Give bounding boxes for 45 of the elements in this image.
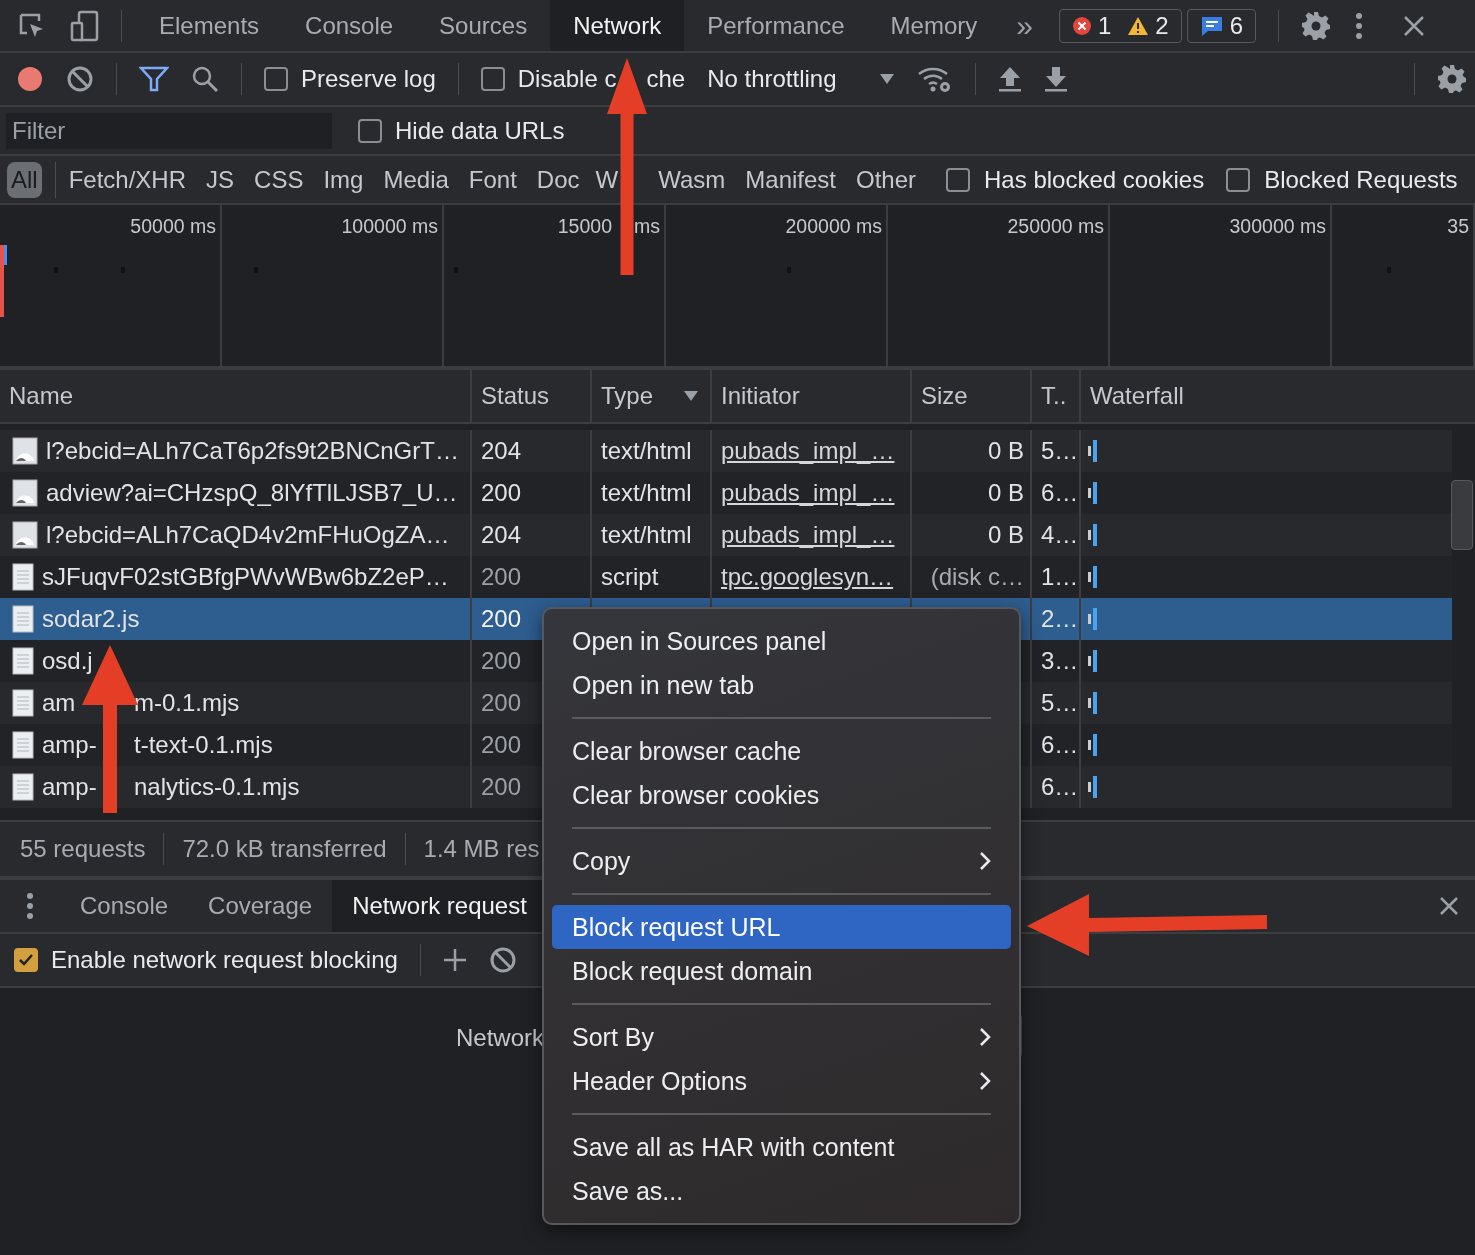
timeline-tick-label: 50000 ms bbox=[130, 215, 216, 237]
message-count: 6 bbox=[1229, 11, 1243, 40]
timeline-tick-label: ms bbox=[634, 215, 660, 237]
error-count: 1 bbox=[1097, 11, 1112, 40]
request-name: osd.j bbox=[42, 647, 93, 675]
request-time: 1… bbox=[1041, 563, 1079, 591]
response-size: 0 B bbox=[987, 437, 1024, 465]
summary-text: 72.0 kB transferred bbox=[182, 835, 387, 863]
request-type: script bbox=[601, 563, 659, 591]
request-time: 5… bbox=[1041, 437, 1079, 465]
request-name: amp- bbox=[42, 773, 97, 801]
timeline-tick-label: 300000 ms bbox=[1229, 215, 1326, 237]
request-name: m-0.1.mjs bbox=[134, 689, 240, 717]
request-type: text/html bbox=[601, 437, 692, 465]
request-name: sJFuqvF02stGBfgPWvWBw6bZ2eP… bbox=[42, 563, 449, 591]
request-time: 2… bbox=[1041, 605, 1079, 633]
summary-text: 1.4 MB res bbox=[423, 835, 540, 863]
request-time: 5… bbox=[1041, 689, 1079, 717]
timeline-tick-label: 15000 bbox=[557, 215, 612, 237]
request-name: l?ebcid=ALh7CaT6p2fs9t2BNCnGrT… bbox=[46, 437, 459, 465]
request-name: l?ebcid=ALh7CaQD4v2mFHuOgZA… bbox=[46, 521, 450, 549]
response-size: (disk c… bbox=[930, 563, 1024, 591]
request-time: 6… bbox=[1041, 479, 1079, 507]
response-size: 0 B bbox=[987, 521, 1024, 549]
request-type: text/html bbox=[601, 521, 692, 549]
checkbox-label-fragment: che bbox=[646, 65, 686, 93]
request-name: amp- bbox=[42, 731, 97, 759]
request-name: adview?ai=CHzspQ_8lYfTlLJSB7_U… bbox=[46, 479, 458, 507]
timeline-tick-label: 100000 ms bbox=[341, 215, 438, 237]
warning-count: 2 bbox=[1155, 11, 1169, 40]
timeline-tick-label: 200000 ms bbox=[785, 215, 882, 237]
summary-text: 55 requests bbox=[20, 835, 146, 863]
request-time: 3… bbox=[1041, 647, 1079, 675]
timeline-tick-label: 250000 ms bbox=[1007, 215, 1104, 237]
request-name: sodar2.js bbox=[42, 605, 140, 633]
timeline-tick-label: 35 bbox=[1447, 215, 1469, 237]
request-time: 6… bbox=[1041, 731, 1079, 759]
request-name: t-text-0.1.mjs bbox=[134, 731, 273, 759]
empty-state-text: Network bbox=[456, 1024, 545, 1052]
request-name: am bbox=[42, 689, 76, 717]
request-type: text/html bbox=[601, 479, 692, 507]
request-name: nalytics-0.1.mjs bbox=[134, 773, 300, 801]
response-size: 0 B bbox=[987, 479, 1024, 507]
request-time: 6… bbox=[1041, 773, 1079, 801]
request-time: 4… bbox=[1041, 521, 1079, 549]
